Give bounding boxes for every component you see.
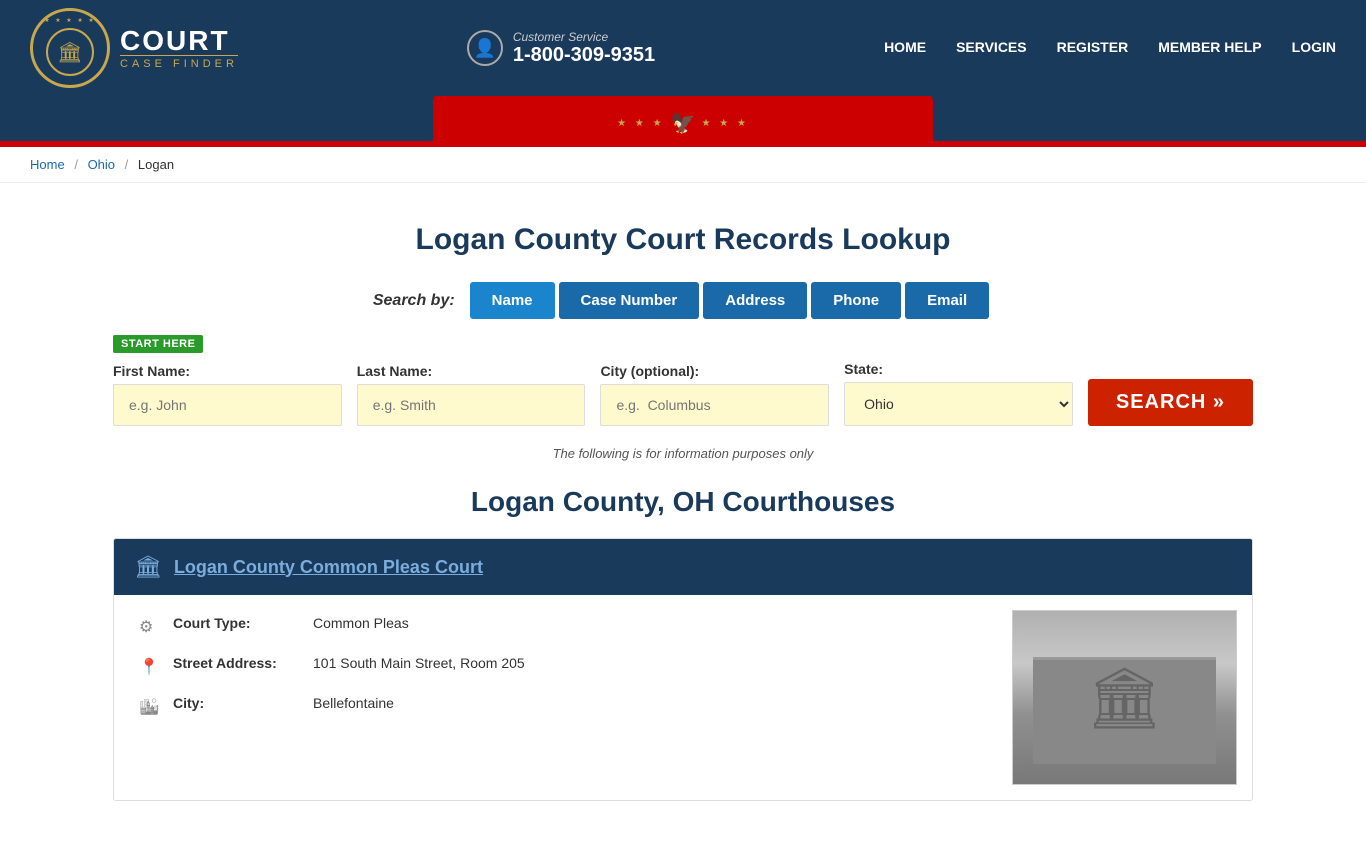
tab-email[interactable]: Email bbox=[905, 282, 989, 319]
start-here-badge: START HERE bbox=[113, 335, 203, 353]
search-section: Search by: Name Case Number Address Phon… bbox=[113, 282, 1253, 426]
red-bar bbox=[0, 141, 1366, 147]
detail-row-address: 📍 Street Address: 101 South Main Street,… bbox=[139, 655, 987, 677]
page-title: Logan County Court Records Lookup bbox=[113, 223, 1253, 257]
last-name-group: Last Name: bbox=[357, 363, 586, 426]
logo-area: 🏛 COURT CASE FINDER bbox=[30, 8, 238, 88]
last-name-input[interactable] bbox=[357, 384, 586, 426]
nav-login[interactable]: LOGIN bbox=[1292, 35, 1336, 61]
courthouse-card: 🏛 Logan County Common Pleas Court ⚙ Cour… bbox=[113, 538, 1253, 801]
state-select[interactable]: Ohio Alabama Alaska Arizona California F… bbox=[844, 382, 1073, 426]
main-nav: HOME SERVICES REGISTER MEMBER HELP LOGIN bbox=[884, 35, 1336, 61]
eagle-icon: 🦅 bbox=[671, 111, 696, 136]
search-fields: First Name: Last Name: City (optional): … bbox=[113, 361, 1253, 426]
info-note: The following is for information purpose… bbox=[113, 446, 1253, 461]
header-top: 🏛 COURT CASE FINDER 👤 Customer Service 1… bbox=[0, 0, 1366, 96]
last-name-label: Last Name: bbox=[357, 363, 586, 379]
courthouse-details: ⚙ Court Type: Common Pleas 📍 Street Addr… bbox=[114, 595, 1012, 800]
courthouse-header: 🏛 Logan County Common Pleas Court bbox=[114, 539, 1252, 595]
tab-case-number[interactable]: Case Number bbox=[559, 282, 700, 319]
customer-service: 👤 Customer Service 1-800-309-9351 bbox=[467, 30, 655, 67]
court-type-value: Common Pleas bbox=[313, 615, 409, 631]
tab-name[interactable]: Name bbox=[470, 282, 555, 319]
breadcrumb-ohio[interactable]: Ohio bbox=[88, 157, 115, 172]
eagle-stars-right: ★ ★ ★ bbox=[701, 118, 748, 129]
breadcrumb-logan: Logan bbox=[138, 157, 174, 172]
breadcrumb-sep-1: / bbox=[74, 157, 78, 172]
court-type-label: Court Type: bbox=[173, 615, 313, 631]
tab-address[interactable]: Address bbox=[703, 282, 807, 319]
eagle-stars-left: ★ ★ ★ bbox=[617, 118, 664, 129]
courthouse-name[interactable]: Logan County Common Pleas Court bbox=[174, 557, 483, 578]
city-icon: 🏙 bbox=[139, 697, 161, 717]
city-label-detail: City: bbox=[173, 695, 313, 711]
site-header: ★ ★ ★ ★ ★ ★ 🏛 COURT CASE FINDER 👤 Custom… bbox=[0, 0, 1366, 147]
courthouse-image bbox=[1012, 610, 1237, 785]
logo-inner: 🏛 bbox=[46, 28, 94, 76]
first-name-group: First Name: bbox=[113, 363, 342, 426]
state-group: State: Ohio Alabama Alaska Arizona Calif… bbox=[844, 361, 1073, 426]
logo-columns-icon: 🏛 bbox=[57, 40, 82, 65]
address-value: 101 South Main Street, Room 205 bbox=[313, 655, 525, 671]
detail-row-city: 🏙 City: Bellefontaine bbox=[139, 695, 987, 717]
building-illustration bbox=[1013, 611, 1236, 784]
cs-text: Customer Service 1-800-309-9351 bbox=[513, 30, 655, 67]
cs-label: Customer Service bbox=[513, 30, 655, 44]
courthouses-title: Logan County, OH Courthouses bbox=[113, 486, 1253, 518]
nav-member-help[interactable]: MEMBER HELP bbox=[1158, 35, 1261, 61]
city-group: City (optional): bbox=[600, 363, 829, 426]
city-label: City (optional): bbox=[600, 363, 829, 379]
eagle-area: ★ ★ ★ 🦅 ★ ★ ★ bbox=[617, 111, 749, 136]
address-icon: 📍 bbox=[139, 657, 161, 677]
address-label: Street Address: bbox=[173, 655, 313, 671]
search-by-row: Search by: Name Case Number Address Phon… bbox=[113, 282, 1253, 319]
first-name-label: First Name: bbox=[113, 363, 342, 379]
breadcrumb-home[interactable]: Home bbox=[30, 157, 65, 172]
search-button[interactable]: SEARCH » bbox=[1088, 379, 1253, 426]
nav-home[interactable]: HOME bbox=[884, 35, 926, 61]
header-curve: ★ ★ ★ 🦅 ★ ★ ★ bbox=[0, 96, 1366, 141]
courthouse-building-icon: 🏛 bbox=[134, 554, 162, 580]
nav-register[interactable]: REGISTER bbox=[1057, 35, 1129, 61]
logo-badge: 🏛 bbox=[30, 8, 110, 88]
breadcrumb-sep-2: / bbox=[125, 157, 129, 172]
state-label: State: bbox=[844, 361, 1073, 377]
logo-text: COURT CASE FINDER bbox=[120, 27, 238, 70]
main-content: Logan County Court Records Lookup Search… bbox=[83, 183, 1283, 841]
first-name-input[interactable] bbox=[113, 384, 342, 426]
search-by-label: Search by: bbox=[373, 292, 455, 310]
logo-court-text: COURT bbox=[120, 27, 230, 55]
breadcrumb: Home / Ohio / Logan bbox=[0, 147, 1366, 183]
phone-icon: 👤 bbox=[467, 30, 503, 66]
courthouse-body: ⚙ Court Type: Common Pleas 📍 Street Addr… bbox=[114, 595, 1252, 800]
logo-case-finder-text: CASE FINDER bbox=[120, 55, 238, 70]
city-input[interactable] bbox=[600, 384, 829, 426]
city-value: Bellefontaine bbox=[313, 695, 394, 711]
court-type-icon: ⚙ bbox=[139, 617, 161, 637]
detail-row-court-type: ⚙ Court Type: Common Pleas bbox=[139, 615, 987, 637]
cs-phone: 1-800-309-9351 bbox=[513, 44, 655, 67]
tab-phone[interactable]: Phone bbox=[811, 282, 901, 319]
nav-services[interactable]: SERVICES bbox=[956, 35, 1027, 61]
